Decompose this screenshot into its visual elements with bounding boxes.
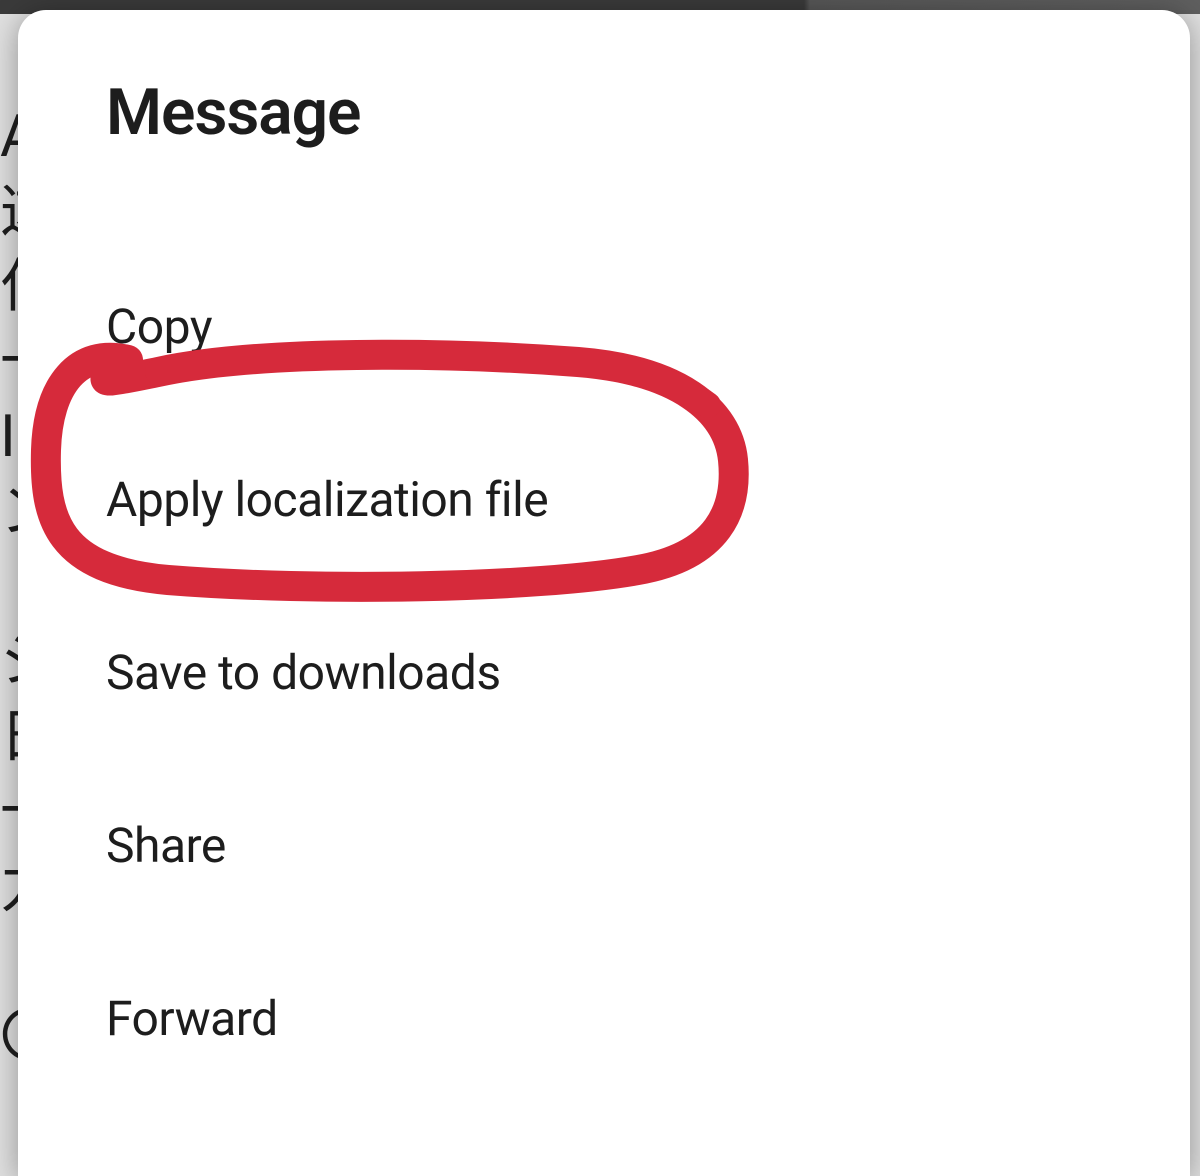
menu-item-copy[interactable]: Copy [18,240,1190,413]
menu-item-forward[interactable]: Forward [18,932,1190,1105]
menu-list: Copy Apply localization file Save to dow… [18,240,1190,1105]
menu-item-share[interactable]: Share [18,759,1190,932]
menu-item-apply-localization-file[interactable]: Apply localization file [18,413,1190,586]
menu-item-save-to-downloads[interactable]: Save to downloads [18,586,1190,759]
dialog-title: Message [18,75,1190,150]
message-context-dialog: Message Copy Apply localization file Sav… [18,10,1190,1176]
